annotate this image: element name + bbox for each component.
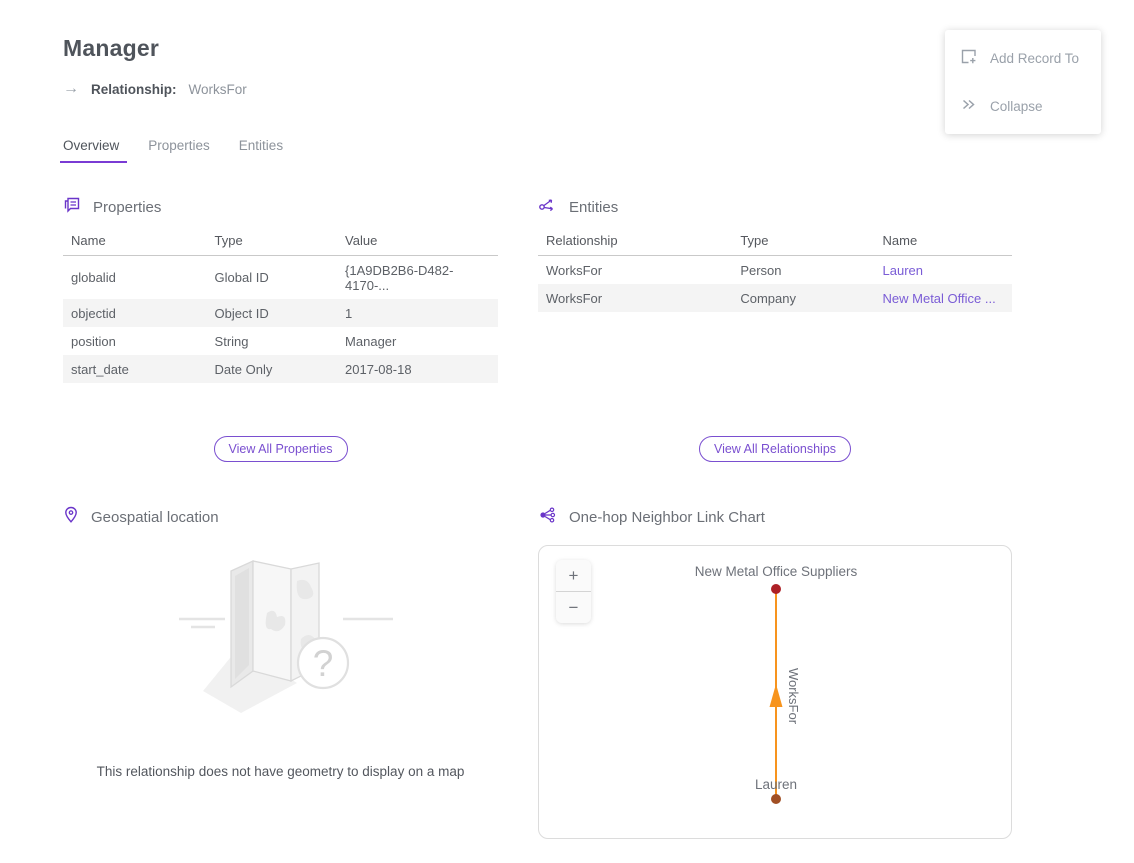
link-chart-graph: New Metal Office Suppliers WorksFor Laur… <box>539 546 1011 838</box>
edge-label: WorksFor <box>786 668 801 725</box>
add-record-icon <box>960 48 977 68</box>
table-row: globalid Global ID {1A9DB2B6-D482-4170-.… <box>63 256 498 300</box>
link-chart-section-title: One-hop Neighbor Link Chart <box>569 509 765 526</box>
properties-table: Name Type Value globalid Global ID {1A9D… <box>63 227 498 383</box>
col-header-type: Type <box>732 227 874 256</box>
table-row: start_date Date Only 2017-08-18 <box>63 355 498 383</box>
top-node[interactable] <box>771 584 781 594</box>
prop-value: 2017-08-18 <box>337 355 498 383</box>
link-chart-canvas[interactable]: + − New Metal Office Suppliers WorksFor … <box>538 545 1012 839</box>
edge-direction-arrow <box>770 684 783 707</box>
properties-header-row: Name Type Value <box>63 227 498 256</box>
prop-value: 1 <box>337 299 498 327</box>
overview-sections: Properties Name Type Value globalid <box>63 193 1134 839</box>
detail-tabs: Overview Properties Entities <box>63 138 1134 163</box>
left-column: Properties Name Type Value globalid <box>63 193 498 839</box>
entities-button-row: View All Relationships <box>538 436 1012 462</box>
geospatial-section-title: Geospatial location <box>91 509 219 526</box>
tab-overview[interactable]: Overview <box>63 138 119 163</box>
entities-header-row: Relationship Type Name <box>538 227 1012 256</box>
view-all-relationships-button[interactable]: View All Relationships <box>699 436 851 462</box>
right-column: Entities Relationship Type Name WorksFor <box>538 193 1012 839</box>
record-actions-menu: Add Record To Collapse <box>945 30 1101 134</box>
entity-link-new-metal-office[interactable]: New Metal Office ... <box>883 291 996 306</box>
tab-properties[interactable]: Properties <box>148 138 210 163</box>
col-header-type: Type <box>207 227 338 256</box>
menu-item-collapse[interactable]: Collapse <box>945 82 1101 130</box>
prop-type: Date Only <box>207 355 338 383</box>
prop-name: globalid <box>63 256 207 300</box>
map-pin-icon <box>63 506 79 529</box>
prop-value: Manager <box>337 327 498 355</box>
collapse-icon <box>960 96 977 116</box>
view-all-properties-button[interactable]: View All Properties <box>214 436 348 462</box>
menu-item-label: Collapse <box>990 99 1043 114</box>
prop-name: start_date <box>63 355 207 383</box>
geospatial-section-header: Geospatial location <box>63 503 498 531</box>
entities-section-header: Entities <box>538 193 1012 221</box>
record-detail-page: Add Record To Collapse Manager → Relatio… <box>0 0 1134 863</box>
relationship-label: Relationship: <box>91 82 177 97</box>
tab-entities[interactable]: Entities <box>239 138 283 163</box>
prop-type: Object ID <box>207 299 338 327</box>
entity-link-lauren[interactable]: Lauren <box>883 263 923 278</box>
link-chart-section-header: One-hop Neighbor Link Chart <box>538 503 1012 531</box>
properties-button-row: View All Properties <box>63 436 498 462</box>
top-node-label: New Metal Office Suppliers <box>695 564 858 579</box>
prop-name: objectid <box>63 299 207 327</box>
table-row: position String Manager <box>63 327 498 355</box>
no-geometry-message: This relationship does not have geometry… <box>97 764 465 779</box>
prop-name: position <box>63 327 207 355</box>
entity-relationship: WorksFor <box>538 256 732 285</box>
bottom-node-label: Lauren <box>755 777 797 792</box>
entity-type: Company <box>732 284 874 312</box>
entities-icon <box>538 196 557 219</box>
prop-type: String <box>207 327 338 355</box>
table-row: objectid Object ID 1 <box>63 299 498 327</box>
link-chart-icon <box>538 506 557 529</box>
table-row: WorksFor Company New Metal Office ... <box>538 284 1012 312</box>
entities-table: Relationship Type Name WorksFor Person L… <box>538 227 1012 312</box>
menu-item-label: Add Record To <box>990 51 1079 66</box>
table-row: WorksFor Person Lauren <box>538 256 1012 285</box>
prop-type: Global ID <box>207 256 338 300</box>
entity-type: Person <box>732 256 874 285</box>
relationship-value: WorksFor <box>189 82 247 97</box>
properties-section-title: Properties <box>93 199 161 216</box>
bottom-node[interactable] <box>771 794 781 804</box>
properties-icon <box>63 196 81 219</box>
svg-text:?: ? <box>312 643 333 684</box>
col-header-relationship: Relationship <box>538 227 732 256</box>
col-header-value: Value <box>337 227 498 256</box>
geospatial-empty-state: ? This relationship does not have geomet… <box>63 543 498 837</box>
entities-section-title: Entities <box>569 199 618 216</box>
col-header-name: Name <box>63 227 207 256</box>
entities-table-area: Relationship Type Name WorksFor Person L… <box>538 227 1012 436</box>
map-placeholder-illustration: ? <box>91 543 471 740</box>
prop-value: {1A9DB2B6-D482-4170-... <box>337 256 498 300</box>
properties-table-area: Name Type Value globalid Global ID {1A9D… <box>63 227 498 436</box>
col-header-name: Name <box>875 227 1012 256</box>
menu-item-add-record-to[interactable]: Add Record To <box>945 34 1101 82</box>
relationship-arrow-icon: → <box>63 80 79 98</box>
properties-section-header: Properties <box>63 193 498 221</box>
entity-relationship: WorksFor <box>538 284 732 312</box>
